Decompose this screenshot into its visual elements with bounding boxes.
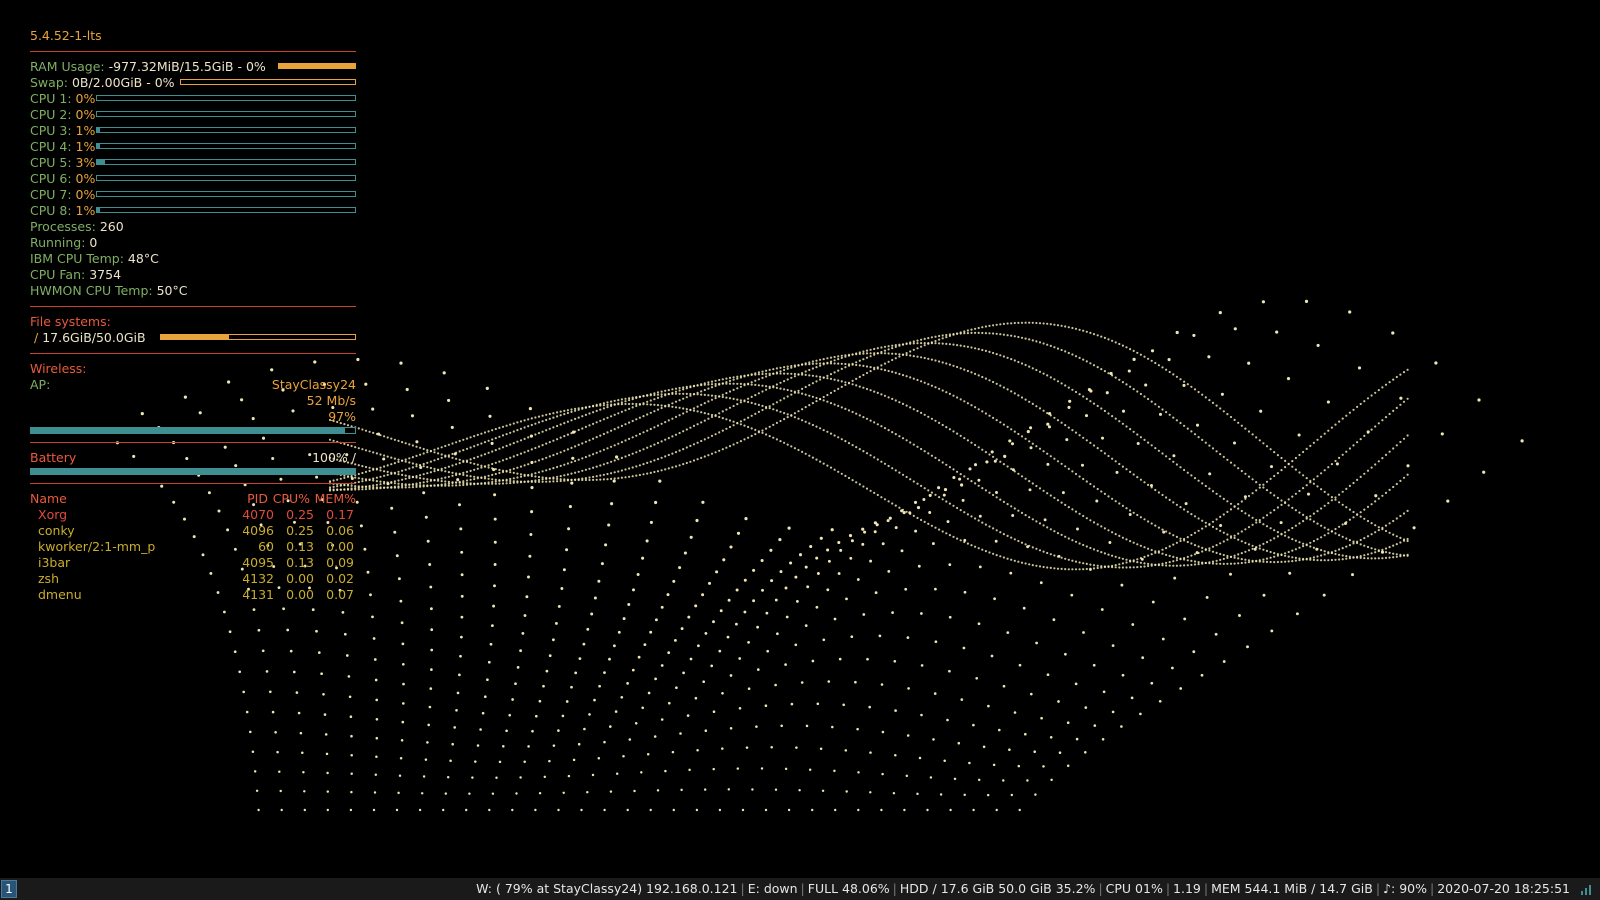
status-segment: W: ( 79% at StayClassy24) 192.168.0.121 (476, 881, 738, 896)
separator: | (892, 881, 897, 896)
ram-bar (278, 63, 356, 69)
ibm-temp-row: IBM CPU Temp: 48°C (30, 251, 159, 266)
swap-bar (180, 79, 356, 85)
separator: | (1375, 881, 1381, 896)
fs-bar (160, 334, 356, 340)
separator: | (1098, 881, 1103, 896)
process-row: i3bar 4095 0.13 0.09 (38, 555, 354, 570)
workspace-button[interactable]: 1 (1, 880, 17, 898)
status-segment: MEM 544.1 MiB / 14.7 GiB (1211, 881, 1373, 896)
signal-icon (1581, 885, 1591, 895)
separator: | (1165, 881, 1171, 896)
status-segment: FULL 48.06% (807, 881, 890, 896)
status-segment: 1.19 (1173, 881, 1201, 896)
status-bar: 1 W: ( 79% at StayClassy24) 192.168.0.12… (0, 878, 1600, 900)
running-row: Running: 0 (30, 235, 98, 250)
battery-bar-row (30, 466, 356, 476)
cpu-bar (96, 111, 356, 117)
process-row: kworker/2:1-mm_p 60 0.13 0.00 (38, 539, 354, 554)
process-row: conky 4096 0.25 0.06 (38, 523, 354, 538)
fs-header: File systems: (30, 314, 111, 329)
fan-row: CPU Fan: 3754 (30, 267, 122, 282)
status-segment: HDD / 17.6 GiB 50.0 GiB 35.2% (899, 881, 1096, 896)
status-segment: ♪: 90% (1383, 881, 1428, 896)
cpu-row: CPU 6: 0% (30, 171, 356, 187)
divider (30, 51, 356, 52)
top-header: Name PID CPU% MEM% (30, 491, 356, 506)
ap-row: AP: StayClassy24 (30, 377, 356, 392)
cpu-bar (96, 159, 356, 165)
cpu-row: CPU 7: 0% (30, 187, 356, 203)
status-segment: 2020-07-20 18:25:51 (1437, 881, 1570, 896)
processes-row: Processes: 260 (30, 219, 124, 234)
divider (30, 483, 356, 484)
wireless-header: Wireless: (30, 361, 87, 376)
kernel-version: 5.4.52-1-lts (30, 28, 102, 43)
process-row: Xorg 4070 0.25 0.17 (38, 507, 354, 522)
cpu-bar (96, 143, 356, 149)
cpu-bar (96, 127, 356, 133)
status-text: W: ( 79% at StayClassy24) 192.168.0.121 |… (476, 878, 1570, 900)
divider (30, 353, 356, 354)
cpu-bar (96, 175, 356, 181)
status-segment: E: down (747, 881, 798, 896)
speed-row: 52 Mb/s (306, 393, 356, 408)
conky-panel: 5.4.52-1-lts RAM Usage: -977.32MiB/15.5G… (30, 28, 356, 603)
quality-row: 97% (328, 409, 356, 424)
hwmon-temp-row: HWMON CPU Temp: 50°C (30, 283, 188, 298)
separator: | (740, 881, 745, 896)
battery-row: Battery 100% / (30, 450, 356, 465)
divider (30, 306, 356, 307)
cpu-row: CPU 3: 1% (30, 123, 356, 139)
status-segment: CPU 01% (1105, 881, 1163, 896)
separator: | (1203, 881, 1209, 896)
cpu-row: CPU 1: 0% (30, 91, 356, 107)
cpu-row: CPU 5: 3% (30, 155, 356, 171)
wifi-bar (30, 427, 356, 434)
cpu-row: CPU 2: 0% (30, 107, 356, 123)
cpu-bar (96, 207, 356, 213)
process-row: zsh 4132 0.00 0.02 (38, 571, 354, 586)
swap-row: Swap: 0B/2.00GiB - 0% (30, 75, 356, 91)
cpu-row: CPU 8: 1% (30, 203, 356, 219)
fs-row: / 17.6GiB/50.0GiB (30, 330, 356, 346)
battery-bar (30, 468, 356, 475)
cpu-row: CPU 4: 1% (30, 139, 356, 155)
process-row: dmenu 4131 0.00 0.07 (38, 587, 354, 602)
wifi-bar-row (30, 425, 356, 435)
ram-row: RAM Usage: -977.32MiB/15.5GiB - 0% (30, 59, 356, 75)
separator: | (1430, 881, 1435, 896)
separator: | (800, 881, 805, 896)
cpu-bar (96, 95, 356, 101)
divider (30, 442, 356, 443)
cpu-bar (96, 191, 356, 197)
